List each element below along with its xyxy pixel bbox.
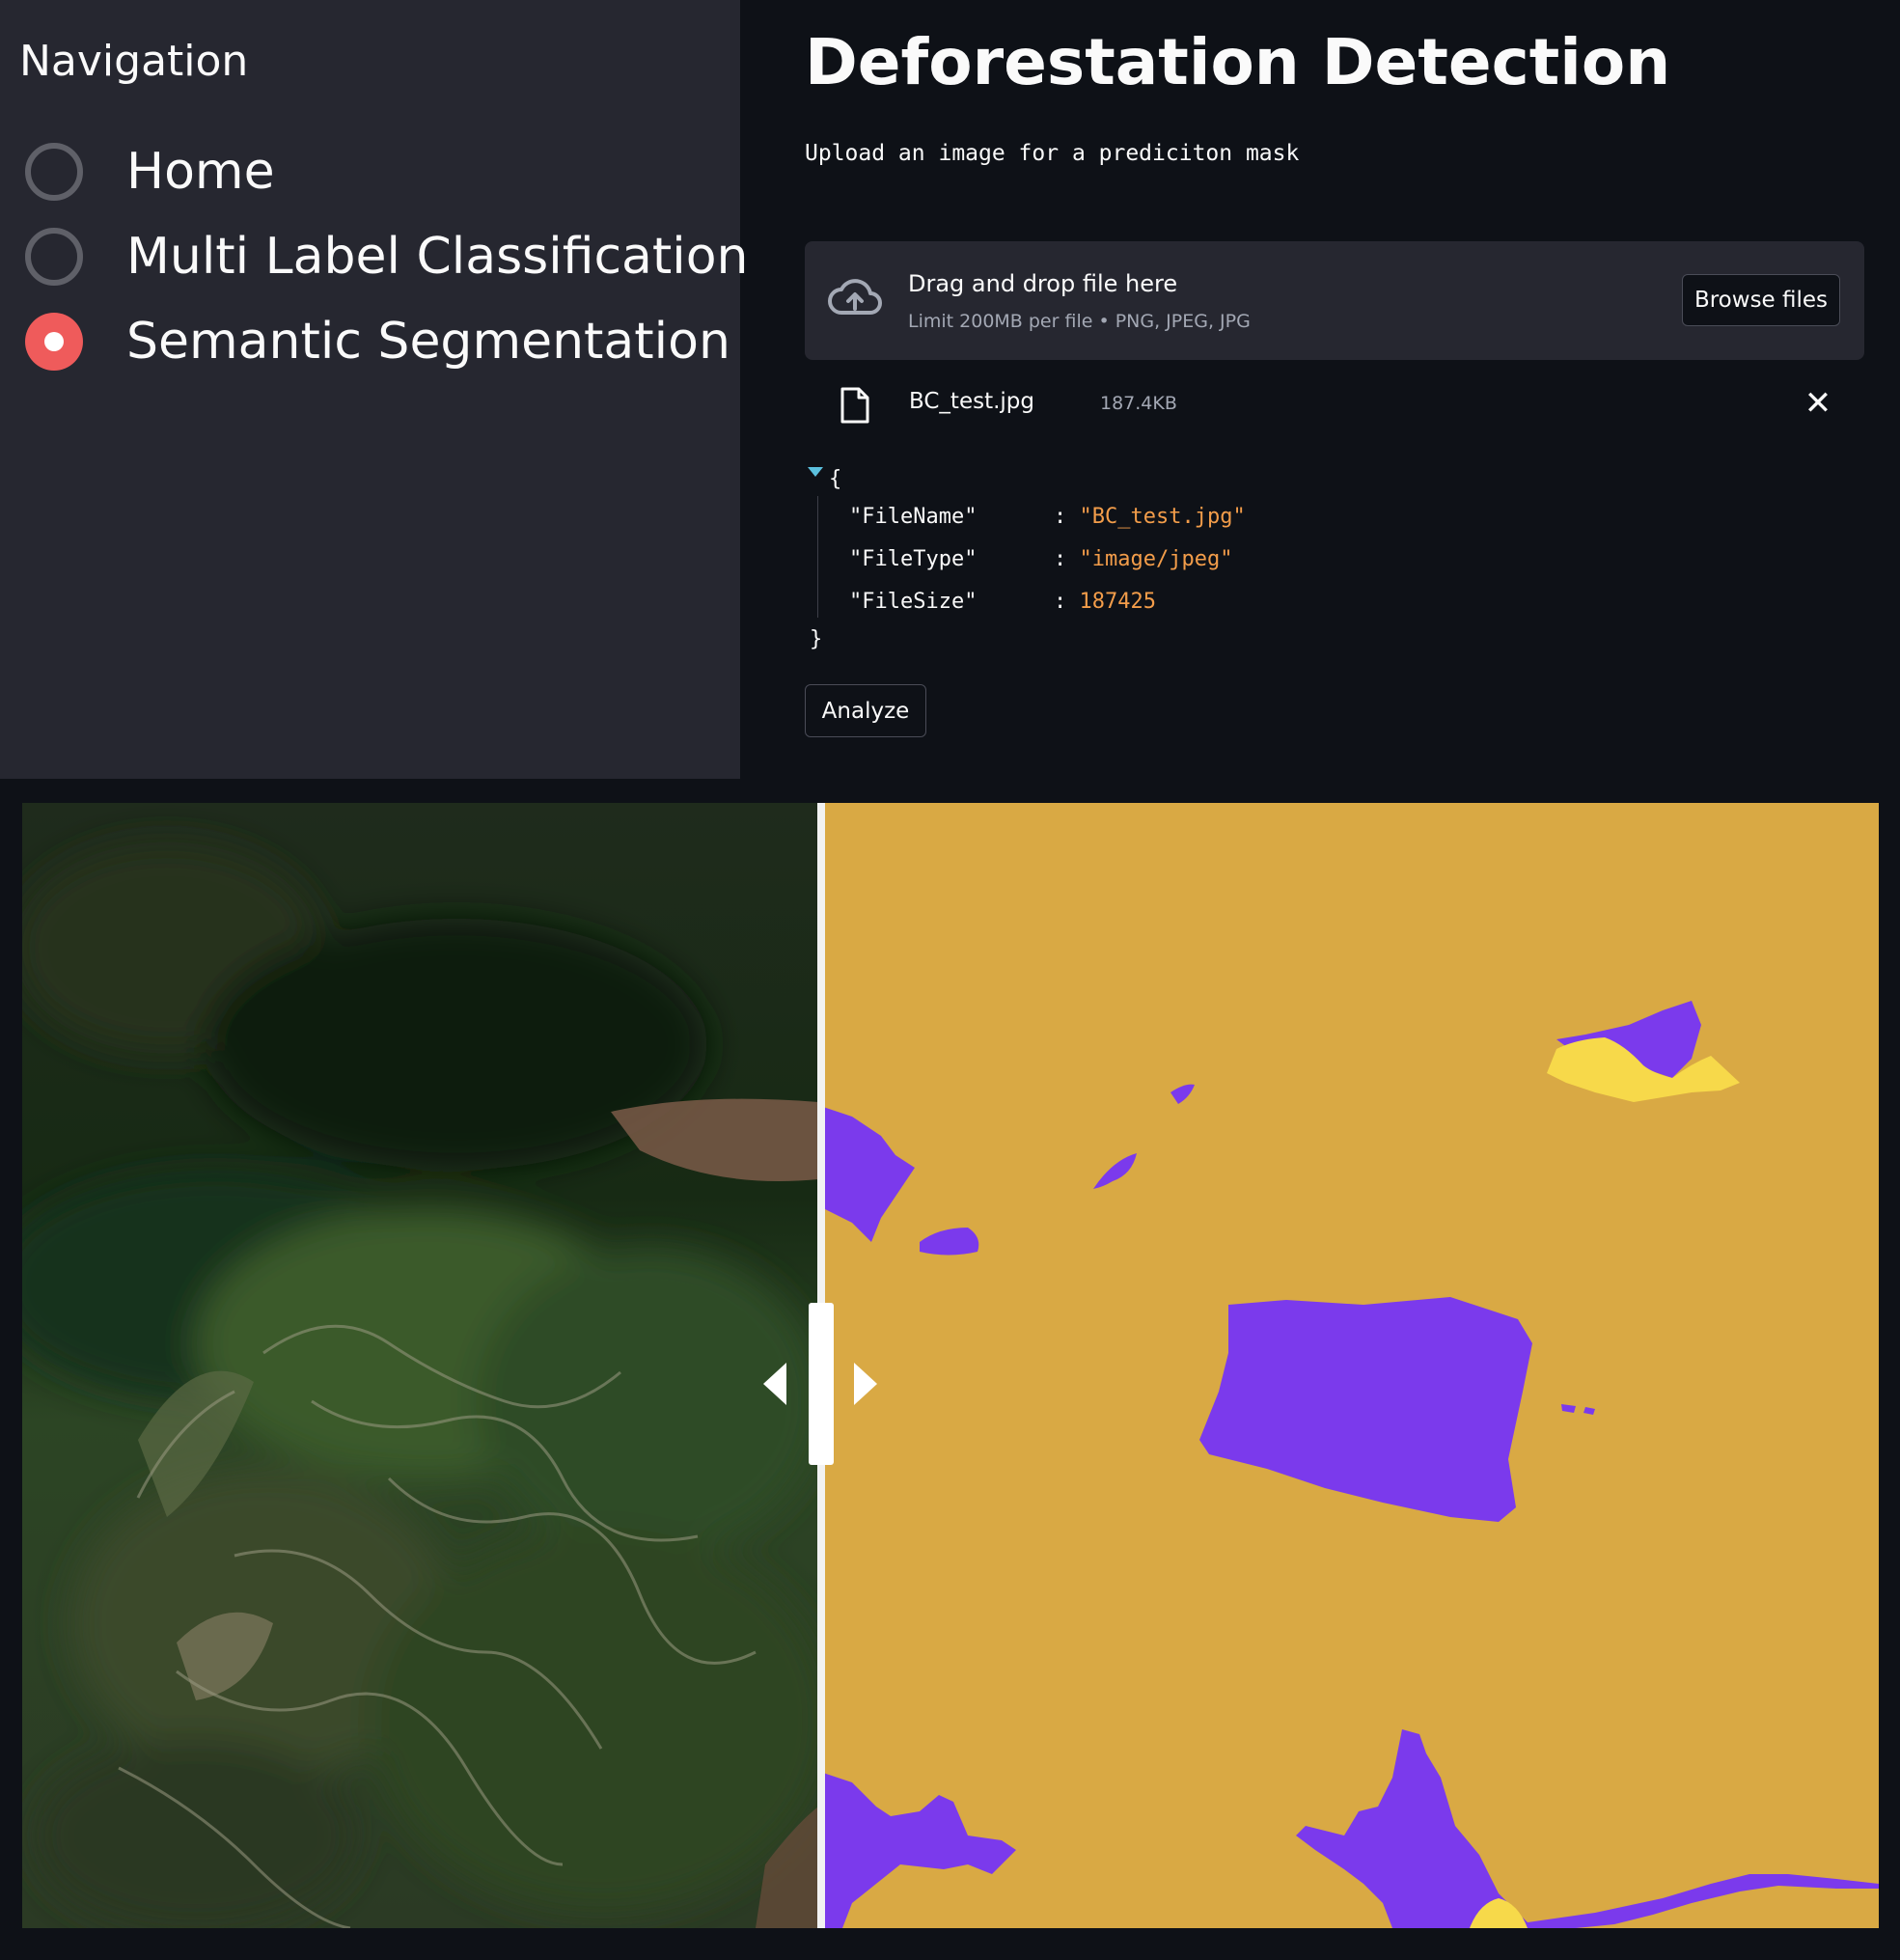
json-indent-guide (817, 496, 818, 618)
json-key: "FileName" (849, 505, 978, 529)
radio-label-home: Home (126, 143, 275, 201)
radio-option-multi-label-classification[interactable]: Multi Label Classification (25, 223, 749, 290)
cloud-upload-icon (828, 279, 882, 315)
comparison-slider-handle[interactable] (809, 1303, 834, 1465)
uploaded-file-size: 187.4KB (1100, 393, 1177, 414)
radio-button-multi-label-classification[interactable] (25, 228, 83, 286)
navigation-title: Navigation (19, 37, 249, 86)
arrow-right-icon[interactable] (854, 1363, 877, 1405)
satellite-image (22, 803, 818, 1928)
json-value: "BC_test.jpg" (1079, 505, 1246, 529)
radio-label-multi-label-classification: Multi Label Classification (126, 228, 749, 286)
main-content: Deforestation Detection Upload an image … (740, 0, 1900, 779)
file-icon (840, 387, 869, 424)
json-key: "FileType" (849, 547, 978, 571)
arrow-left-icon[interactable] (763, 1363, 786, 1405)
page-title: Deforestation Detection (805, 25, 1671, 99)
json-colon: : "image/jpeg" (1054, 547, 1233, 571)
json-open-brace: { (829, 467, 842, 491)
radio-button-semantic-segmentation[interactable] (25, 313, 83, 371)
browse-files-button[interactable]: Browse files (1682, 274, 1840, 326)
radio-option-home[interactable]: Home (25, 138, 275, 206)
radio-label-semantic-segmentation: Semantic Segmentation (126, 313, 730, 371)
json-close-brace: } (810, 627, 823, 651)
json-viewer: { "FileName" : "BC_test.jpg" "FileType" … (808, 463, 1483, 656)
dropzone-limit: Limit 200MB per file • PNG, JPEG, JPG (908, 311, 1251, 332)
json-colon: : "BC_test.jpg" (1054, 505, 1246, 529)
image-comparison (22, 803, 1879, 1928)
file-dropzone[interactable]: Drag and drop file here Limit 200MB per … (805, 241, 1864, 360)
json-collapse-toggle[interactable] (808, 467, 823, 477)
dropzone-instruction: Drag and drop file here (908, 270, 1178, 297)
uploaded-file-row: BC_test.jpg 187.4KB ✕ (805, 376, 1864, 434)
radio-button-home[interactable] (25, 143, 83, 201)
sidebar: Navigation Home Multi Label Classificati… (0, 0, 749, 779)
json-colon: : 187425 (1054, 590, 1156, 614)
radio-option-semantic-segmentation[interactable]: Semantic Segmentation (25, 308, 730, 375)
prediction-mask (823, 803, 1879, 1928)
uploaded-file-name: BC_test.jpg (909, 389, 1035, 414)
analyze-button[interactable]: Analyze (805, 684, 926, 737)
page-subtitle: Upload an image for a prediciton mask (805, 141, 1300, 166)
close-icon[interactable]: ✕ (1801, 386, 1835, 421)
json-value: 187425 (1079, 590, 1156, 614)
json-value: "image/jpeg" (1079, 547, 1233, 571)
json-key: "FileSize" (849, 590, 978, 614)
